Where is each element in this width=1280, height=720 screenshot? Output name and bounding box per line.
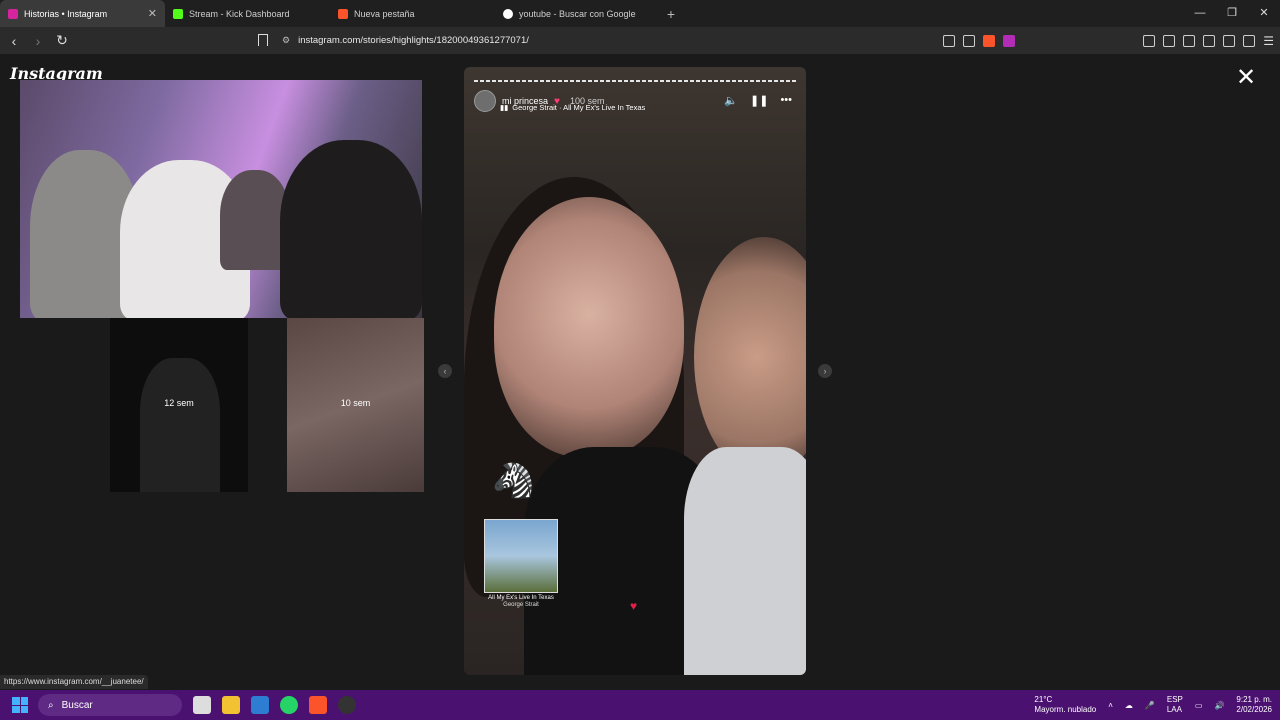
tab-label: youtube - Buscar con Google: [519, 8, 636, 19]
restore-button[interactable]: ❐: [1216, 0, 1248, 27]
media-icon[interactable]: [1163, 34, 1176, 47]
instagram-icon: [8, 8, 18, 19]
rewards-icon[interactable]: [1003, 34, 1016, 47]
weather-desc: Mayorm. nublado: [1034, 705, 1097, 714]
tab-search-icon[interactable]: [1143, 34, 1156, 47]
album-title: All My Ex's Live In Texas: [488, 595, 554, 601]
story-photo-shirt: [684, 447, 806, 675]
obs-icon[interactable]: [338, 696, 356, 714]
music-bars-icon: ▮▮: [500, 103, 509, 112]
close-stories-button[interactable]: ✕: [1236, 66, 1256, 90]
brave-taskbar-icon[interactable]: [309, 696, 327, 714]
story-music-label[interactable]: ▮▮ George Strait · All My Ex's Live In T…: [500, 103, 645, 112]
file-explorer-icon[interactable]: [222, 696, 240, 714]
story-controls: 🔈 ❚❚ •••: [724, 94, 792, 107]
brave-shield-icon[interactable]: [983, 34, 996, 47]
thumbnail-age-label: 10 sem: [340, 398, 371, 408]
taskbar-search[interactable]: ⌕ Buscar: [38, 694, 182, 716]
cast-icon[interactable]: [943, 34, 956, 47]
person-figure: [140, 358, 220, 492]
previous-story-arrow[interactable]: ‹: [438, 364, 452, 378]
wallet-icon[interactable]: [1203, 34, 1216, 47]
tab-google[interactable]: youtube - Buscar con Google: [495, 0, 660, 27]
search-placeholder: Buscar: [61, 699, 93, 711]
google-icon: [503, 8, 513, 19]
status-bar-url: https://www.instagram.com/__juanetee/: [0, 675, 148, 689]
album-artist: George Strait: [503, 602, 539, 608]
site-info-icon[interactable]: ⚙: [282, 35, 290, 46]
brave-icon: [338, 8, 348, 19]
story-photo-boy: [694, 237, 806, 477]
kick-icon: [173, 8, 183, 19]
weather-widget[interactable]: 21°C Mayorm. nublado: [1034, 695, 1096, 715]
window-controls: — ❐ ✕: [1184, 0, 1280, 27]
task-view-icon[interactable]: [193, 696, 211, 714]
tray-chevron-icon[interactable]: ˄: [1108, 701, 1113, 710]
tab-label: Stream - Kick Dashboard: [189, 8, 290, 19]
whatsapp-icon[interactable]: [280, 696, 298, 714]
tab-strip: Historias • Instagram ✕ Stream - Kick Da…: [0, 0, 1280, 27]
instagram-stories-page: Instagram ✕ 12 sem 10 sem ‹ › mi princes…: [0, 54, 1280, 690]
windows-taskbar: ⌕ Buscar 21°C Mayorm. nublado ˄ ☁ 🎤 ESP …: [0, 690, 1280, 720]
tab-label: Historias • Instagram: [24, 8, 108, 19]
sidebar-icon[interactable]: [1183, 34, 1196, 47]
language-indicator[interactable]: ESP LAA: [1167, 695, 1183, 715]
close-window-button[interactable]: ✕: [1248, 0, 1280, 27]
tab-label: Nueva pestaña: [354, 8, 415, 19]
store-icon[interactable]: [251, 696, 269, 714]
lang-layout: LAA: [1166, 705, 1182, 714]
lang-code: ESP: [1166, 695, 1183, 704]
zebra-sticker: 🦓: [492, 462, 535, 500]
story-thumbnail-12-sem[interactable]: 12 sem: [110, 318, 248, 492]
windows-start-icon[interactable]: [12, 697, 28, 713]
thumbnail-age-label: 12 sem: [164, 398, 194, 408]
story-thumbnail-10-sem[interactable]: 10 sem: [287, 318, 424, 492]
reload-button[interactable]: ↻: [52, 32, 72, 49]
volume-icon[interactable]: 🔈: [724, 94, 738, 107]
system-tray: 21°C Mayorm. nublado ˄ ☁ 🎤 ESP LAA ▭ 🔊 9…: [1034, 690, 1272, 720]
url-text: instagram.com/stories/highlights/1820004…: [298, 35, 529, 46]
story-progress-bar: [474, 80, 796, 82]
network-icon[interactable]: ▭: [1195, 701, 1203, 710]
vpn-icon[interactable]: [1243, 34, 1256, 47]
clock-date: 2/02/2026: [1236, 705, 1272, 714]
next-story-arrow[interactable]: ›: [818, 364, 832, 378]
album-cover-sticker[interactable]: [484, 519, 558, 593]
nav-bar: ‹ › ↻ ⚙ instagram.com/stories/highlights…: [0, 27, 1280, 54]
address-bar[interactable]: ⚙ instagram.com/stories/highlights/18200…: [282, 31, 1002, 50]
tab-new[interactable]: Nueva pestaña: [330, 0, 495, 27]
tab-instagram[interactable]: Historias • Instagram ✕: [0, 0, 165, 27]
forward-button[interactable]: ›: [28, 33, 48, 49]
speaker-icon[interactable]: 🔊: [1214, 701, 1224, 710]
avatar[interactable]: [474, 90, 496, 112]
heart-sticker-icon: ♥: [630, 599, 638, 613]
weather-temp: 21°C: [1034, 695, 1053, 704]
clock[interactable]: 9:21 p. m. 2/02/2026: [1236, 695, 1272, 715]
new-tab-button[interactable]: +: [660, 6, 682, 22]
onedrive-icon[interactable]: ☁: [1125, 701, 1133, 710]
search-icon: ⌕: [48, 699, 54, 711]
person-figure: [280, 140, 422, 318]
story-thumbnail-previous[interactable]: [20, 80, 422, 318]
toolbar-right: ☰: [943, 27, 1274, 54]
tab-kick[interactable]: Stream - Kick Dashboard: [165, 0, 330, 27]
close-tab-icon[interactable]: ✕: [148, 7, 157, 20]
back-button[interactable]: ‹: [4, 33, 24, 49]
share-icon[interactable]: [963, 34, 976, 47]
pause-icon[interactable]: ❚❚: [750, 94, 768, 107]
page-scrollbar[interactable]: [1268, 54, 1280, 690]
story-photo-girl: [494, 197, 684, 457]
mic-icon[interactable]: 🎤: [1145, 701, 1155, 710]
clock-time: 9:21 p. m.: [1236, 695, 1272, 704]
menu-icon[interactable]: ☰: [1263, 34, 1274, 48]
minimize-button[interactable]: —: [1184, 0, 1216, 27]
song-text: George Strait · All My Ex's Live In Texa…: [512, 103, 646, 112]
more-options-icon[interactable]: •••: [780, 94, 792, 107]
leo-icon[interactable]: [1223, 34, 1236, 47]
bookmark-icon[interactable]: [258, 34, 268, 46]
story-viewer[interactable]: mi princesa ♥ 100 sem ▮▮ George Strait ·…: [464, 67, 806, 675]
